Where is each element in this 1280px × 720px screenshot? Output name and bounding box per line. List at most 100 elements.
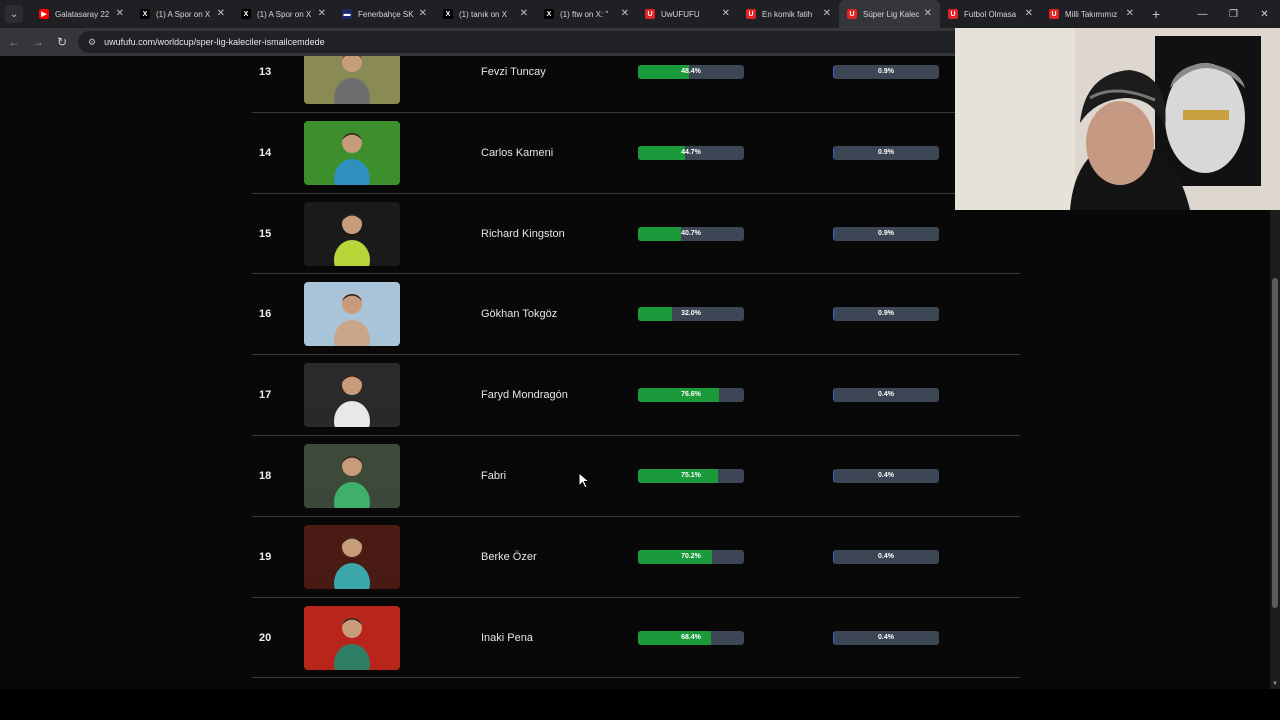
tab-strip: ⌄ ▶ Galatasaray 22 ✕ X (1) A Spor on X ✕ X (1) … bbox=[0, 0, 1280, 28]
tab-3[interactable]: ▬ Fenerbahçe SK ✕ bbox=[334, 0, 435, 28]
fabri-photo[interactable] bbox=[304, 443, 400, 508]
win-rate-bar: 75.1% bbox=[638, 468, 744, 483]
url-text[interactable]: uwufufu.com/worldcup/sper-lig-kaleciler-… bbox=[104, 37, 325, 47]
rank-number: 13 bbox=[259, 66, 272, 78]
tab-4[interactable]: X (1) tanık on X ✕ bbox=[435, 0, 536, 28]
win-rate-label: 76.6% bbox=[681, 391, 701, 399]
table-row: 19 Berke Özer 70.2% 0.4% bbox=[252, 517, 1020, 598]
win-rate-bar: 70.2% bbox=[638, 549, 744, 564]
forward-icon[interactable]: → bbox=[26, 30, 50, 54]
tab-6[interactable]: U UwUFUFU ✕ bbox=[637, 0, 738, 28]
champion-rate-bar: 0.4% bbox=[833, 549, 939, 564]
win-rate-bar: 76.6% bbox=[638, 388, 744, 403]
restore-icon[interactable]: ❐ bbox=[1218, 0, 1249, 28]
player-name: Gökhan Tokgöz bbox=[481, 308, 558, 321]
tab-1[interactable]: X (1) A Spor on X ✕ bbox=[132, 0, 233, 28]
scroll-down-icon[interactable]: ▼ bbox=[1270, 681, 1280, 687]
tab-close-icon[interactable]: ✕ bbox=[116, 8, 124, 19]
webcam-overlay bbox=[955, 28, 1280, 210]
tab-title: Süper Lig Kalec bbox=[863, 9, 920, 19]
player-name: Fabri bbox=[481, 469, 507, 482]
win-rate-bar: 32.0% bbox=[638, 307, 744, 322]
tab-title: (1) tanık on X bbox=[459, 9, 508, 19]
rank-number: 17 bbox=[259, 389, 272, 402]
gokhan-tokgoz-photo[interactable] bbox=[304, 282, 400, 347]
tab-2[interactable]: X (1) A Spor on X ✕ bbox=[233, 0, 334, 28]
taskbar-strip bbox=[0, 689, 1280, 720]
tab-title: Milli Takımımız bbox=[1065, 9, 1118, 19]
player-name: Richard Kingston bbox=[481, 227, 565, 240]
tab-close-icon[interactable]: ✕ bbox=[419, 8, 427, 19]
tab-close-icon[interactable]: ✕ bbox=[722, 8, 730, 19]
tab-7[interactable]: U En komik fatih ✕ bbox=[738, 0, 839, 28]
tab-9[interactable]: U Futbol Olmasa ✕ bbox=[940, 0, 1041, 28]
tab-10[interactable]: U Milli Takımımız ✕ bbox=[1041, 0, 1142, 28]
champion-rate-bar: 0.4% bbox=[833, 630, 939, 645]
champion-rate-bar: 0.9% bbox=[833, 226, 939, 241]
player-name: Faryd Mondragón bbox=[481, 389, 568, 402]
uwufufu-icon: U bbox=[1049, 9, 1059, 19]
win-rate-label: 75.1% bbox=[681, 471, 701, 479]
win-rate-bar: 48.4% bbox=[638, 65, 744, 79]
table-row: 17 Faryd Mondragón 76.6% 0.4% bbox=[252, 355, 1020, 436]
player-name: Fevzi Tuncay bbox=[481, 66, 546, 78]
tab-title: (1) A Spor on X bbox=[257, 9, 312, 19]
x-icon: X bbox=[140, 9, 150, 19]
tab-0[interactable]: ▶ Galatasaray 22 ✕ bbox=[31, 0, 132, 28]
back-icon[interactable]: ← bbox=[2, 30, 26, 54]
win-rate-bar: 40.7% bbox=[638, 226, 744, 241]
richard-kingston-photo[interactable] bbox=[304, 201, 400, 266]
scrollbar-thumb[interactable] bbox=[1272, 278, 1278, 608]
tab-5[interactable]: X (1) ftw on X: " ✕ bbox=[536, 0, 637, 28]
champion-rate-bar: 0.9% bbox=[833, 145, 939, 160]
tab-8[interactable]: U Süper Lig Kalec ✕ bbox=[839, 0, 940, 28]
champion-rate-bar: 0.4% bbox=[833, 388, 939, 403]
inaki-pena-photo[interactable] bbox=[304, 605, 400, 670]
champion-rate-label: 0.9% bbox=[878, 148, 894, 156]
berke-ozer-photo[interactable] bbox=[304, 524, 400, 589]
rank-number: 14 bbox=[259, 146, 272, 159]
rank-number: 19 bbox=[259, 550, 272, 563]
win-rate-label: 44.7% bbox=[681, 148, 701, 156]
tab-close-icon[interactable]: ✕ bbox=[823, 8, 831, 19]
champion-rate-label: 0.9% bbox=[878, 310, 894, 318]
player-name: Carlos Kameni bbox=[481, 146, 554, 159]
champion-rate-label: 0.9% bbox=[878, 229, 894, 237]
tab-title: (1) ftw on X: " bbox=[560, 9, 609, 19]
close-window-icon[interactable]: ✕ bbox=[1249, 0, 1280, 28]
champion-rate-label: 0.9% bbox=[878, 68, 894, 75]
x-icon: X bbox=[443, 9, 453, 19]
win-rate-bar: 68.4% bbox=[638, 630, 744, 645]
reload-icon[interactable]: ↻ bbox=[50, 30, 74, 54]
site-info-icon[interactable]: ⚙ bbox=[88, 37, 96, 48]
fenerbahce-icon: ▬ bbox=[342, 9, 352, 19]
window-controls: — ❐ ✕ bbox=[1187, 0, 1280, 28]
uwufufu-icon: U bbox=[948, 9, 958, 19]
table-row: 13 Fevzi Tuncay 48.4% 0.9% bbox=[252, 56, 1020, 113]
champion-rate-label: 0.4% bbox=[878, 552, 894, 560]
table-row: 15 Richard Kingston 40.7% 0.9% bbox=[252, 194, 1020, 275]
table-row: 18 Fabri 75.1% 0.4% bbox=[252, 436, 1020, 517]
carlos-kameni-photo[interactable] bbox=[304, 120, 400, 185]
fevzi-tuncay-photo[interactable] bbox=[304, 56, 400, 104]
x-icon: X bbox=[544, 9, 554, 19]
table-row: 16 Gökhan Tokgöz 32.0% 0.9% bbox=[252, 274, 1020, 356]
tab-title: Futbol Olmasa bbox=[964, 9, 1017, 19]
tab-close-icon[interactable]: ✕ bbox=[318, 8, 326, 19]
minimize-icon[interactable]: — bbox=[1187, 0, 1218, 28]
tab-close-icon[interactable]: ✕ bbox=[520, 8, 528, 19]
ranking-table: 13 Fevzi Tuncay 48.4% 0.9% 14 Carlos Kameni 44… bbox=[252, 56, 1020, 679]
tab-title: Galatasaray 22 bbox=[55, 9, 110, 19]
win-rate-label: 68.4% bbox=[681, 633, 701, 641]
tab-close-icon[interactable]: ✕ bbox=[924, 8, 932, 19]
tab-close-icon[interactable]: ✕ bbox=[217, 8, 225, 19]
win-rate-label: 32.0% bbox=[681, 310, 701, 318]
tab-close-icon[interactable]: ✕ bbox=[1126, 8, 1134, 19]
tab-search-button[interactable]: ⌄ bbox=[5, 5, 23, 23]
new-tab-button[interactable]: + bbox=[1152, 6, 1160, 22]
faryd-mondragon-photo[interactable] bbox=[304, 363, 400, 428]
rank-number: 15 bbox=[259, 227, 272, 240]
tab-close-icon[interactable]: ✕ bbox=[1025, 8, 1033, 19]
table-row: 14 Carlos Kameni 44.7% 0.9% bbox=[252, 113, 1020, 194]
tab-close-icon[interactable]: ✕ bbox=[621, 8, 629, 19]
